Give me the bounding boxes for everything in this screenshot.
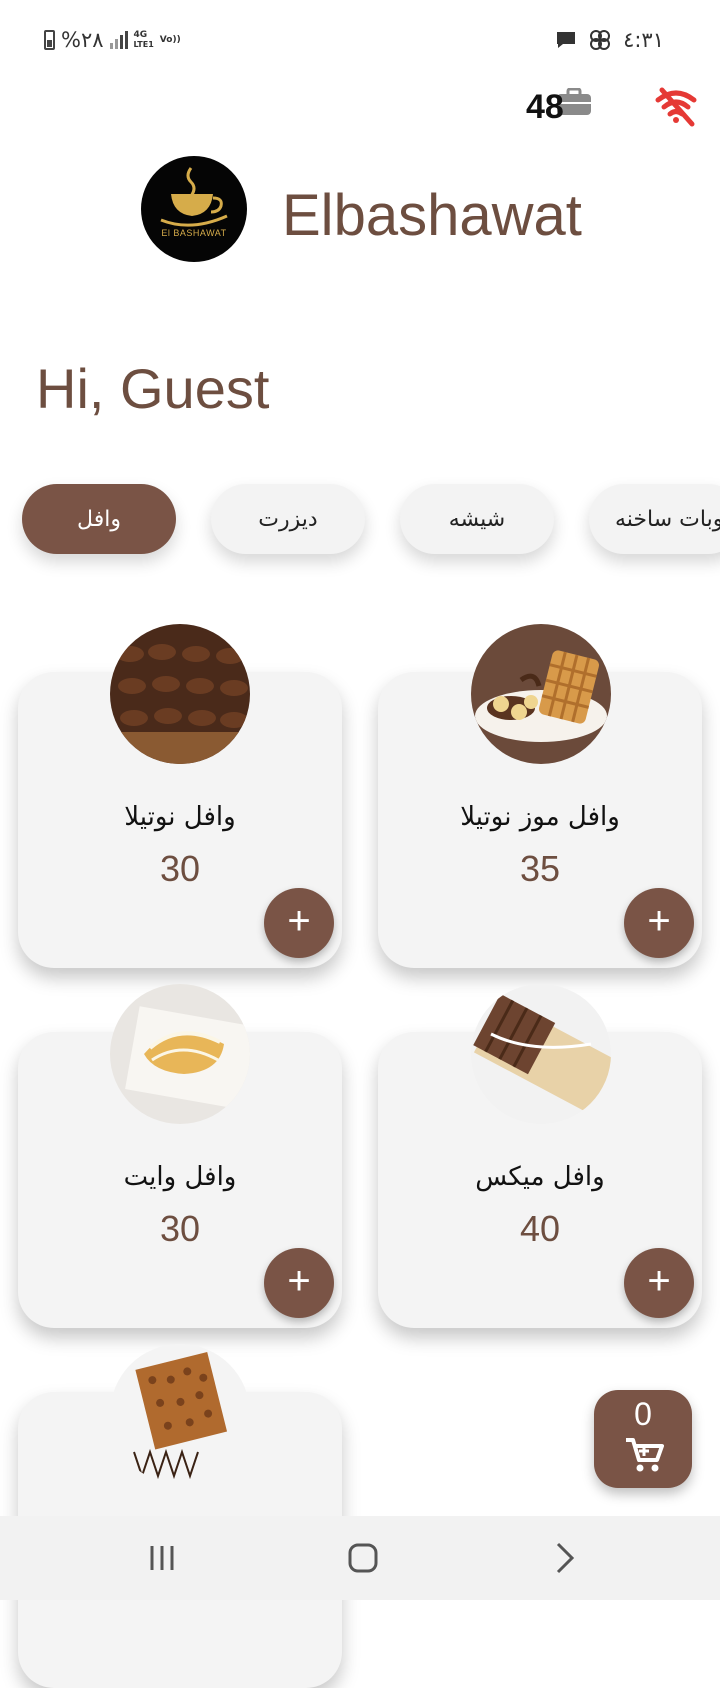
network-top: 4G	[133, 30, 148, 40]
product-name: وافل نوتيلا	[124, 802, 236, 832]
home-icon[interactable]	[343, 1538, 383, 1578]
orders-badge-count: 48	[526, 88, 564, 126]
cart-count: 0	[634, 1396, 652, 1432]
category-tab-hot-drinks-label: مشروبات ساخنه	[615, 506, 720, 532]
chat-icon	[557, 32, 576, 48]
category-tab-waffle[interactable]: وافل	[22, 484, 176, 554]
category-tabs: وافل ديزرت شيشه مشروبات ساخنه	[0, 484, 720, 554]
product-price: 35	[519, 848, 561, 889]
add-to-cart-button[interactable]: +	[624, 1248, 694, 1318]
coffee-cup-icon	[160, 167, 228, 227]
signal-icon	[109, 31, 128, 49]
orders-button[interactable]: 48	[518, 84, 598, 134]
category-tab-dessert[interactable]: ديزرت	[211, 484, 365, 554]
battery-icon	[44, 30, 55, 50]
product-name: وافل وايت	[123, 1162, 237, 1192]
waffle-nutella-image	[110, 624, 250, 764]
add-to-cart-button[interactable]: +	[264, 888, 334, 958]
waffle-lotus-image	[110, 1344, 250, 1484]
brand-name: Elbashawat	[282, 183, 582, 248]
category-tab-shisha[interactable]: شيشه	[400, 484, 554, 554]
wifi-off-icon[interactable]	[654, 84, 698, 128]
greeting-text: Hi, Guest	[36, 357, 270, 420]
status-left: %٢٨ 4G LTE1 Vo))	[44, 28, 181, 52]
category-tab-hot-drinks[interactable]: مشروبات ساخنه	[589, 484, 720, 554]
status-right: ٤:٣١	[555, 28, 664, 52]
system-nav-bar	[0, 1516, 720, 1600]
product-name: وافل ميكس	[475, 1162, 605, 1192]
product-image-nutella[interactable]	[110, 624, 250, 764]
add-to-cart-button[interactable]: +	[624, 888, 694, 958]
network-type: 4G LTE1	[133, 30, 154, 50]
product-image-white[interactable]	[110, 984, 250, 1124]
status-bar: %٢٨ 4G LTE1 Vo)) ٤:٣١	[0, 0, 720, 80]
add-to-cart-button[interactable]: +	[264, 1248, 334, 1318]
waffle-white-image	[110, 984, 250, 1124]
product-price: 40	[519, 1208, 561, 1249]
cart-button[interactable]: 0	[594, 1390, 692, 1488]
clover-icon	[590, 30, 611, 50]
product-image-lotus[interactable]	[110, 1344, 250, 1484]
product-image-banana-nutella[interactable]	[471, 624, 611, 764]
product-price: 30	[159, 848, 201, 889]
clock: ٤:٣١	[623, 28, 664, 52]
recent-apps-icon[interactable]	[142, 1538, 182, 1578]
product-name: وافل موز نوتيلا	[460, 802, 620, 832]
product-image-mix[interactable]	[471, 984, 611, 1124]
waffle-banana-image	[471, 624, 611, 764]
network-bottom: LTE1	[133, 40, 154, 49]
volte-text: Vo))	[159, 34, 181, 45]
brand-logo: El BASHAWAT	[141, 156, 247, 262]
volte-indicator: Vo))	[159, 34, 181, 45]
waffle-mix-image	[471, 984, 611, 1124]
product-price: 30	[159, 1208, 201, 1249]
back-icon[interactable]	[544, 1538, 584, 1578]
shopping-cart-icon	[626, 1438, 664, 1472]
logo-text: El BASHAWAT	[161, 228, 227, 238]
battery-percent: %٢٨	[61, 28, 104, 52]
